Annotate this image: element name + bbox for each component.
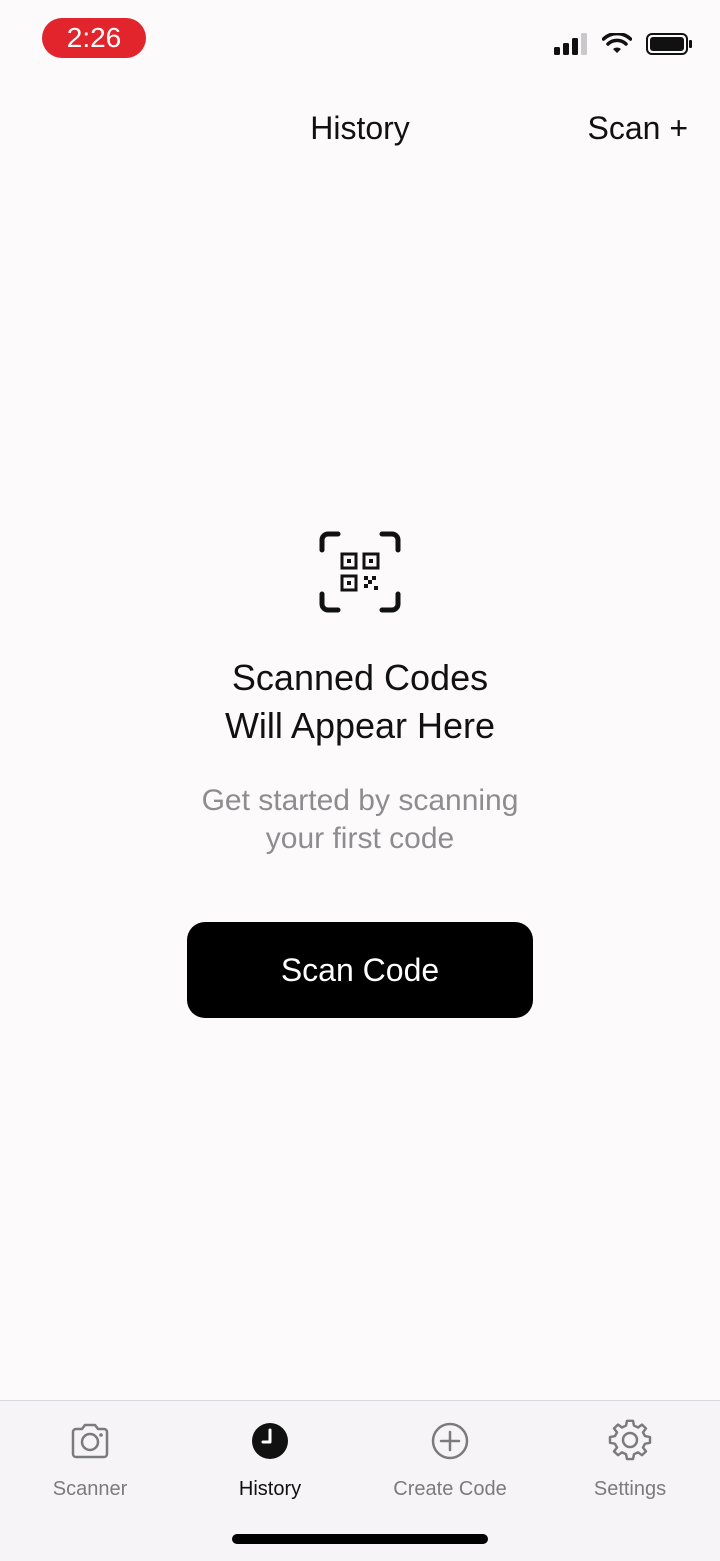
empty-state-title-line2: Will Appear Here (224, 705, 496, 746)
empty-state-title-line1: Scanned Codes (231, 657, 489, 698)
camera-icon (68, 1419, 112, 1463)
wifi-icon (602, 33, 632, 55)
empty-state-subtitle-line2: your first code (265, 822, 455, 855)
status-time[interactable]: 2:26 (42, 18, 146, 58)
empty-state-subtitle: Get started by scanning your first code (0, 782, 720, 858)
empty-state: Scanned Codes Will Appear Here Get start… (0, 530, 720, 1018)
tab-settings-label: Settings (593, 1478, 667, 1500)
tab-create-code[interactable]: Create Code (360, 1417, 540, 1507)
status-icons (554, 30, 692, 58)
nav-bar: History Scan + (0, 96, 720, 160)
gear-icon (608, 1419, 652, 1463)
tab-history-label: History (238, 1478, 302, 1500)
history-screen: 2:26 History Scan + Scanned Codes Will A… (0, 0, 720, 1561)
empty-state-subtitle-line1: Get started by scanning (201, 784, 519, 817)
empty-state-title: Scanned Codes Will Appear Here (0, 654, 720, 750)
home-indicator[interactable] (232, 1534, 488, 1544)
plus-circle-icon (428, 1419, 472, 1463)
scan-plus-button[interactable]: Scan + (587, 96, 688, 160)
qr-code-scan-icon (318, 530, 402, 614)
tab-scanner[interactable]: Scanner (0, 1417, 180, 1507)
tab-settings[interactable]: Settings (540, 1417, 720, 1507)
tab-scanner-label: Scanner (52, 1478, 128, 1500)
status-bar: 2:26 (0, 0, 720, 80)
tab-history[interactable]: History (180, 1417, 360, 1507)
clock-icon (248, 1419, 292, 1463)
cellular-signal-icon (554, 33, 588, 55)
tab-create-code-label: Create Code (393, 1478, 507, 1500)
scan-code-button[interactable]: Scan Code (187, 922, 533, 1018)
battery-icon (646, 33, 692, 55)
